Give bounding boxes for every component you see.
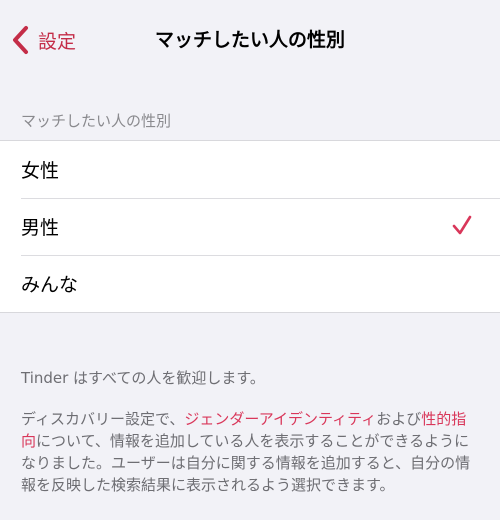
description-part-2: および bbox=[376, 410, 422, 428]
description-part-1: ディスカバリー設定で、 bbox=[21, 410, 185, 428]
option-label: 女性 bbox=[21, 160, 60, 182]
option-men[interactable]: 男性 bbox=[0, 198, 500, 255]
option-label: 男性 bbox=[21, 217, 60, 239]
back-button-label: 設定 bbox=[38, 30, 77, 53]
navigation-bar: 設定 マッチしたい人の性別 bbox=[0, 0, 500, 82]
description-text: ディスカバリー設定で、ジェンダーアイデンティティおよび性的指向について、情報を追… bbox=[21, 408, 481, 496]
option-label: みんな bbox=[21, 274, 79, 296]
section-header: マッチしたい人の性別 bbox=[21, 112, 172, 130]
chevron-left-icon bbox=[13, 26, 28, 54]
checkmark-icon bbox=[452, 215, 472, 235]
gender-option-list: 女性 男性 みんな bbox=[0, 140, 500, 313]
gender-identity-link[interactable]: ジェンダーアイデンティティ bbox=[184, 410, 376, 428]
description-part-3: について、情報を追加している人を表示することができるようになりました。ユーザーは… bbox=[21, 432, 471, 494]
back-button[interactable]: 設定 bbox=[10, 22, 76, 58]
option-everyone[interactable]: みんな bbox=[0, 255, 500, 312]
option-women[interactable]: 女性 bbox=[0, 141, 500, 198]
welcome-text: Tinder はすべての人を歓迎します。 bbox=[21, 369, 265, 387]
